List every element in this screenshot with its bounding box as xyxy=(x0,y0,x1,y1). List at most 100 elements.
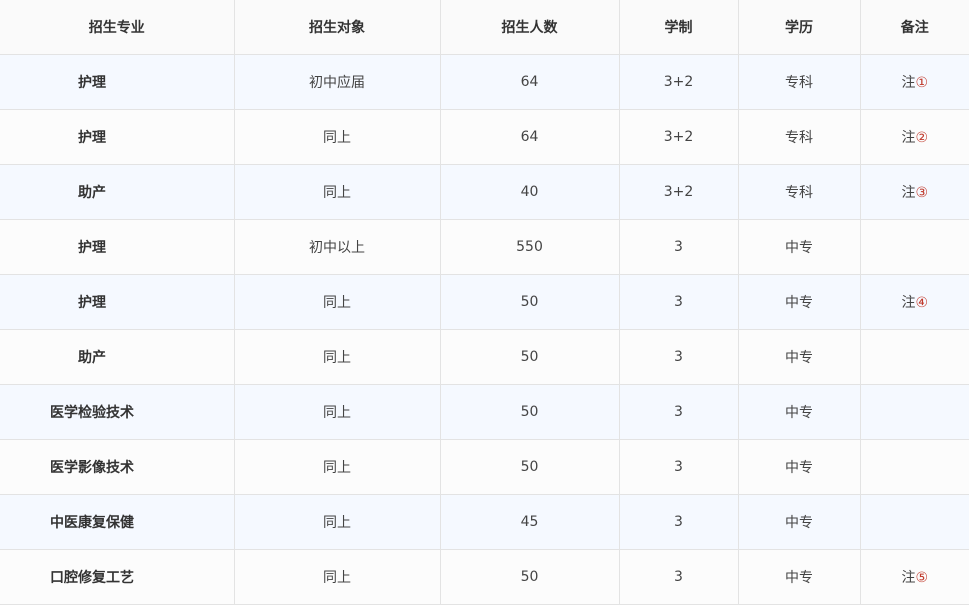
table-row: 护理 同上 64 3+2 专科 注② xyxy=(0,109,969,165)
cell-note: 注② xyxy=(860,109,969,165)
cell-target: 同上 xyxy=(234,384,441,440)
cell-degree: 中专 xyxy=(738,219,861,275)
cell-degree: 中专 xyxy=(738,274,861,330)
cell-target: 同上 xyxy=(234,109,441,165)
cell-years: 3+2 xyxy=(619,54,739,110)
major-label: 医学影像技术 xyxy=(50,460,134,476)
header-degree: 学历 xyxy=(738,0,861,55)
cell-years: 3 xyxy=(619,219,739,275)
cell-note: 注③ xyxy=(860,164,969,220)
header-row: 招生专业 招生对象 招生人数 学制 学历 备注 xyxy=(0,0,969,55)
table-row: 医学影像技术 同上 50 3 中专 xyxy=(0,439,969,495)
table-row: 口腔修复工艺 同上 50 3 中专 注⑤ xyxy=(0,549,969,605)
cell-target: 同上 xyxy=(234,439,441,495)
cell-target: 同上 xyxy=(234,329,441,385)
note-mark: ③ xyxy=(915,185,929,201)
cell-years: 3 xyxy=(619,274,739,330)
cell-count: 50 xyxy=(440,274,620,330)
major-label: 医学检验技术 xyxy=(50,405,134,421)
note-mark: ① xyxy=(915,75,929,91)
cell-degree: 中专 xyxy=(738,384,861,440)
cell-years: 3 xyxy=(619,329,739,385)
header-count: 招生人数 xyxy=(440,0,620,55)
major-label: 护理 xyxy=(78,130,106,146)
cell-years: 3 xyxy=(619,549,739,605)
cell-major: 护理 xyxy=(0,219,235,275)
cell-target: 同上 xyxy=(234,549,441,605)
cell-target: 同上 xyxy=(234,164,441,220)
table-row: 护理 同上 50 3 中专 注④ xyxy=(0,274,969,330)
note-prefix: 注 xyxy=(901,570,916,586)
cell-major: 口腔修复工艺 xyxy=(0,549,235,605)
table-row: 中医康复保健 同上 45 3 中专 xyxy=(0,494,969,550)
cell-degree: 中专 xyxy=(738,439,861,495)
cell-count: 64 xyxy=(440,109,620,165)
cell-target: 初中以上 xyxy=(234,219,441,275)
cell-note xyxy=(860,384,969,440)
note-mark: ② xyxy=(915,130,929,146)
major-label: 护理 xyxy=(78,240,106,256)
note-mark: ④ xyxy=(915,295,929,311)
cell-note xyxy=(860,329,969,385)
cell-degree: 中专 xyxy=(738,329,861,385)
cell-major: 助产 xyxy=(0,329,235,385)
note-prefix: 注 xyxy=(901,75,916,91)
cell-note xyxy=(860,494,969,550)
note-prefix: 注 xyxy=(901,295,916,311)
cell-target: 同上 xyxy=(234,494,441,550)
header-target: 招生对象 xyxy=(234,0,441,55)
cell-major: 护理 xyxy=(0,274,235,330)
cell-major: 助产 xyxy=(0,164,235,220)
table-row: 医学检验技术 同上 50 3 中专 xyxy=(0,384,969,440)
table-row: 助产 同上 40 3+2 专科 注③ xyxy=(0,164,969,220)
cell-count: 45 xyxy=(440,494,620,550)
cell-years: 3 xyxy=(619,494,739,550)
note-prefix: 注 xyxy=(901,185,916,201)
major-label: 助产 xyxy=(78,350,106,366)
cell-count: 40 xyxy=(440,164,620,220)
cell-count: 50 xyxy=(440,329,620,385)
cell-count: 550 xyxy=(440,219,620,275)
cell-count: 50 xyxy=(440,384,620,440)
major-label: 助产 xyxy=(78,185,106,201)
table-body: 护理 初中应届 64 3+2 专科 注① 护理 同上 64 3+2 专科 注② … xyxy=(0,54,969,605)
cell-count: 50 xyxy=(440,549,620,605)
header-major: 招生专业 xyxy=(0,0,235,55)
note-prefix: 注 xyxy=(901,130,916,146)
table-header: 招生专业 招生对象 招生人数 学制 学历 备注 xyxy=(0,0,969,55)
cell-note: 注④ xyxy=(860,274,969,330)
table-row: 护理 初中以上 550 3 中专 xyxy=(0,219,969,275)
major-label: 护理 xyxy=(78,295,106,311)
header-note: 备注 xyxy=(860,0,969,55)
cell-years: 3+2 xyxy=(619,109,739,165)
cell-major: 护理 xyxy=(0,109,235,165)
cell-count: 64 xyxy=(440,54,620,110)
table-row: 护理 初中应届 64 3+2 专科 注① xyxy=(0,54,969,110)
cell-degree: 专科 xyxy=(738,54,861,110)
cell-degree: 中专 xyxy=(738,494,861,550)
table-row: 助产 同上 50 3 中专 xyxy=(0,329,969,385)
cell-major: 中医康复保健 xyxy=(0,494,235,550)
cell-target: 同上 xyxy=(234,274,441,330)
cell-years: 3 xyxy=(619,439,739,495)
cell-degree: 专科 xyxy=(738,164,861,220)
cell-note xyxy=(860,219,969,275)
major-label: 口腔修复工艺 xyxy=(50,570,134,586)
note-mark: ⑤ xyxy=(915,570,929,586)
cell-note: 注⑤ xyxy=(860,549,969,605)
cell-major: 医学影像技术 xyxy=(0,439,235,495)
cell-note xyxy=(860,439,969,495)
cell-degree: 中专 xyxy=(738,549,861,605)
cell-degree: 专科 xyxy=(738,109,861,165)
cell-target: 初中应届 xyxy=(234,54,441,110)
header-years: 学制 xyxy=(619,0,739,55)
cell-major: 护理 xyxy=(0,54,235,110)
cell-years: 3+2 xyxy=(619,164,739,220)
major-label: 中医康复保健 xyxy=(50,515,134,531)
cell-years: 3 xyxy=(619,384,739,440)
cell-major: 医学检验技术 xyxy=(0,384,235,440)
enrollment-table: 招生专业 招生对象 招生人数 学制 学历 备注 护理 初中应届 64 3+2 专… xyxy=(0,0,969,605)
cell-note: 注① xyxy=(860,54,969,110)
cell-count: 50 xyxy=(440,439,620,495)
major-label: 护理 xyxy=(78,75,106,91)
